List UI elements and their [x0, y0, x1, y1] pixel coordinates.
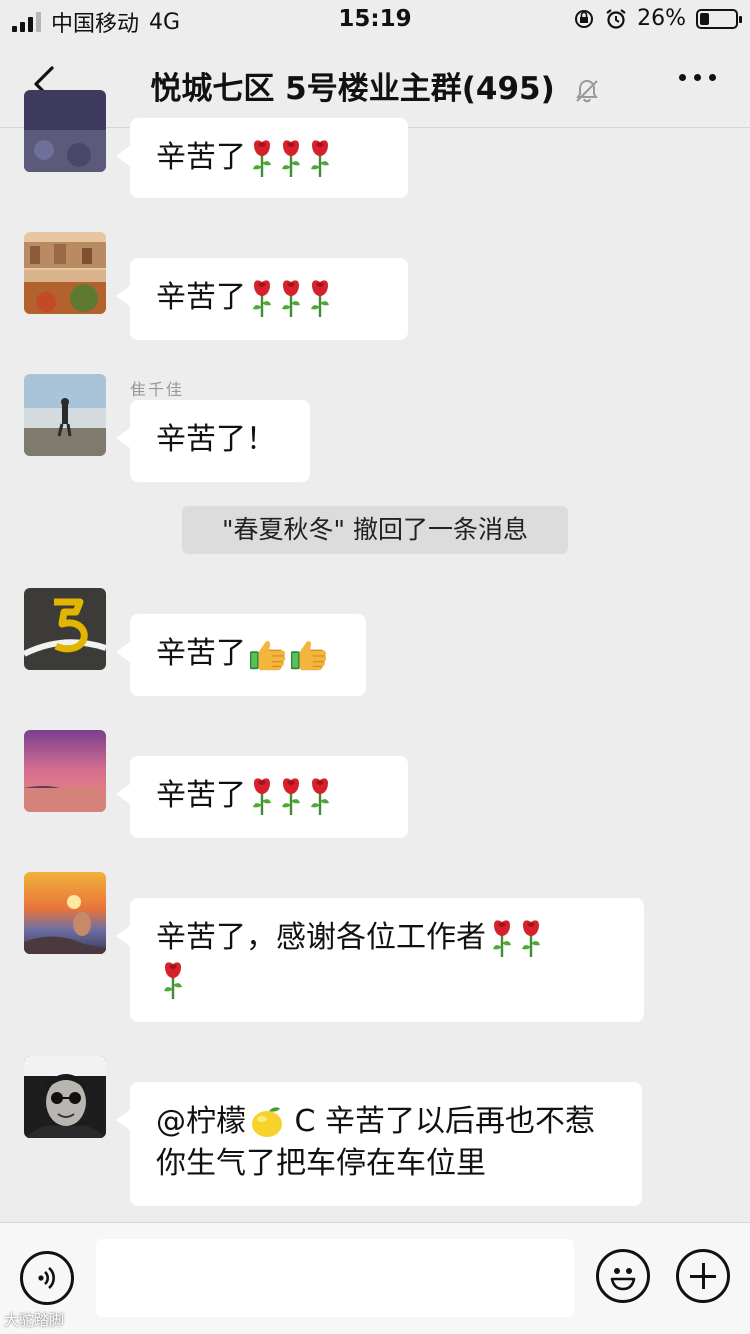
message-text: 辛苦了	[156, 778, 246, 813]
emoji-button[interactable]	[596, 1249, 650, 1303]
message-text: 辛苦了，感谢各位工作者	[156, 920, 486, 955]
watermark: 大驼踏脚	[4, 1311, 65, 1329]
avatar[interactable]	[24, 374, 106, 456]
rose-icon	[249, 139, 275, 179]
voice-icon	[38, 1267, 55, 1289]
message-bubble[interactable]: 辛苦了	[116, 614, 366, 696]
chat-header: 悦城七区 5号楼业主群(495)	[0, 40, 750, 128]
rose-icon	[518, 919, 544, 959]
message-bubble[interactable]: @柠檬 C 辛苦了以后再也不惹你生气了把车停在车位里	[116, 1082, 642, 1206]
message-input[interactable]	[96, 1239, 574, 1317]
rose-icon	[278, 777, 304, 817]
recall-notice: "春夏秋冬" 撤回了一条消息	[182, 506, 568, 554]
lemon-icon	[249, 1105, 285, 1141]
message-text: 辛苦了	[156, 140, 246, 175]
message-text: 辛苦了！	[156, 422, 276, 457]
alarm-icon	[606, 8, 626, 29]
avatar[interactable]	[24, 588, 106, 670]
sender-name: 隹千佳	[130, 380, 185, 399]
rose-icon	[489, 919, 515, 959]
rose-icon	[278, 139, 304, 179]
emoji-icon	[610, 1268, 636, 1291]
rose-icon	[307, 139, 333, 179]
mute-bell-icon	[575, 79, 598, 102]
status-bar: 中国移动 4G 15:19 26%	[0, 0, 750, 40]
plus-button[interactable]	[676, 1249, 730, 1303]
message-bubble[interactable]: 辛苦了	[116, 756, 408, 838]
rose-icon	[249, 279, 275, 319]
avatar[interactable]	[24, 872, 106, 954]
message-text: 辛苦了	[156, 280, 246, 315]
message-bubble[interactable]: 辛苦了	[116, 118, 408, 198]
avatar[interactable]	[24, 730, 106, 812]
battery-icon	[696, 8, 742, 29]
chat-title: 悦城七区 5号楼业主群(495)	[150, 71, 555, 107]
avatar[interactable]	[24, 1056, 106, 1138]
mention-text: @柠檬	[156, 1104, 246, 1139]
rose-icon	[249, 777, 275, 817]
avatar[interactable]	[24, 90, 106, 172]
voice-button[interactable]	[20, 1251, 74, 1305]
thumbs-up-icon	[249, 638, 287, 672]
avatar[interactable]	[24, 232, 106, 314]
rose-icon	[307, 279, 333, 319]
rose-icon	[278, 279, 304, 319]
message-bubble[interactable]: 辛苦了	[116, 258, 408, 340]
more-icon	[679, 74, 686, 81]
input-bar	[0, 1222, 750, 1334]
message-bubble[interactable]: 辛苦了，感谢各位工作者	[116, 898, 644, 1022]
thumbs-up-icon	[290, 638, 328, 672]
rose-icon	[307, 777, 333, 817]
orientation-lock-icon	[575, 9, 594, 28]
message-bubble[interactable]: 辛苦了！	[116, 400, 310, 482]
more-button[interactable]	[679, 74, 716, 81]
message-text: 辛苦了	[156, 636, 246, 671]
battery-percent: 26%	[637, 6, 686, 31]
rose-icon	[160, 961, 186, 1001]
chat-title-wrap: 悦城七区 5号楼业主群(495)	[0, 63, 750, 108]
